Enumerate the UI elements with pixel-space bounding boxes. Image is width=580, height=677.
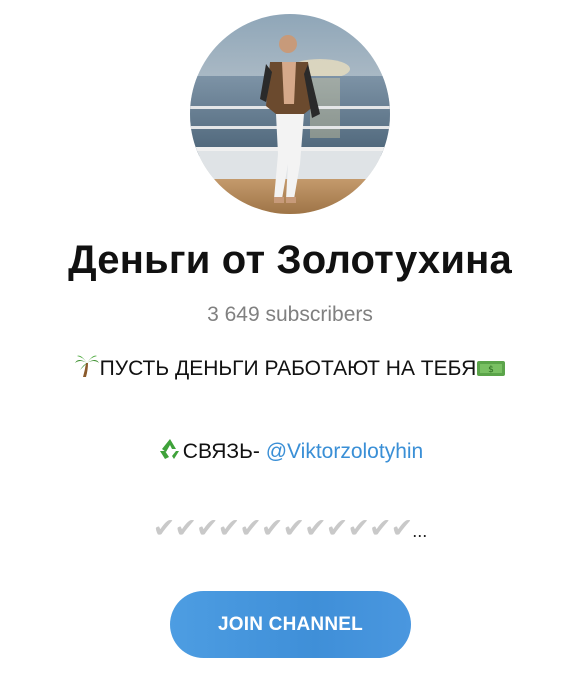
subscriber-count: 3 649 subscribers	[207, 303, 373, 326]
channel-avatar	[190, 14, 390, 214]
join-channel-button[interactable]: JOIN CHANNEL	[170, 591, 411, 658]
checkmarks-row: ✔✔✔✔✔✔✔✔✔✔✔✔...	[0, 513, 580, 544]
svg-text:$: $	[488, 365, 494, 375]
palm-tree-icon	[74, 354, 100, 384]
truncation-ellipsis: ...	[412, 521, 428, 541]
checkmarks-text: ✔✔✔✔✔✔✔✔✔✔✔✔	[152, 513, 413, 543]
description-line-1: ПУСТЬ ДЕНЬГИ РАБОТАЮТ НА ТЕБЯ $	[0, 354, 580, 384]
avatar-photo	[190, 14, 390, 214]
contact-label: СВЯЗЬ-	[182, 440, 266, 463]
description-text-1: ПУСТЬ ДЕНЬГИ РАБОТАЮТ НА ТЕБЯ	[99, 357, 477, 380]
description-line-2: СВЯЗЬ- @Viktorzolotyhin	[0, 437, 580, 467]
recycle-icon	[157, 437, 183, 467]
money-bill-icon: $	[476, 358, 506, 384]
contact-username-link[interactable]: @Viktorzolotyhin	[266, 440, 424, 463]
channel-title: Деньги от Золотухина	[68, 238, 512, 282]
